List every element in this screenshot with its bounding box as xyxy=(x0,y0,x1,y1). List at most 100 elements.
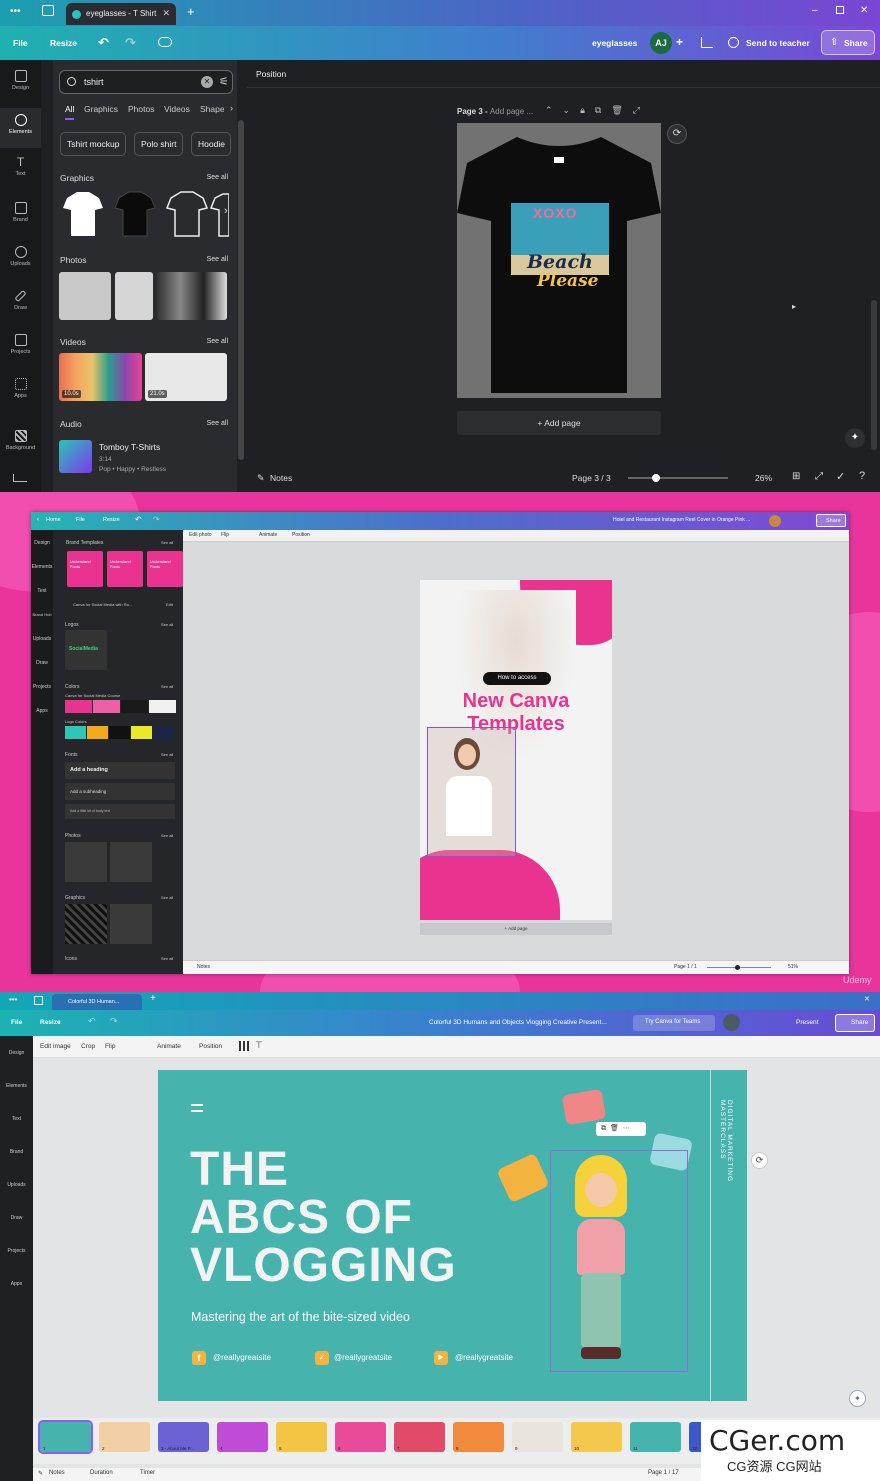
lock-icon[interactable]: 🔒︎ xyxy=(580,105,595,115)
close-window-icon[interactable]: ✕ xyxy=(864,995,870,1003)
notes-button[interactable]: Notes xyxy=(197,964,210,970)
add-page-icon[interactable]: ⤢ xyxy=(633,105,650,115)
color-swatch[interactable] xyxy=(149,700,176,713)
fullscreen-icon[interactable]: ⤢ xyxy=(815,471,823,482)
position-button[interactable]: Position xyxy=(256,69,286,79)
page-thumbnail[interactable]: 6 xyxy=(335,1422,386,1452)
brand-kit-name[interactable]: Canva for Social Media with Ro... xyxy=(73,602,132,607)
color-swatch[interactable] xyxy=(109,726,130,739)
magic-icon[interactable]: ✦ xyxy=(845,428,865,448)
rotate-icon[interactable]: ⟳ xyxy=(751,1152,768,1169)
see-all-templates[interactable]: See all xyxy=(161,540,173,545)
template-thumb-3[interactable]: Understand Fonts xyxy=(147,551,183,587)
graphics-next-icon[interactable]: › xyxy=(224,205,228,217)
add-page-button[interactable]: + Add page xyxy=(420,923,612,935)
color-swatch[interactable] xyxy=(87,726,108,739)
browser-menu-icon[interactable]: ••• xyxy=(9,995,17,1004)
rail-text[interactable]: T Text xyxy=(0,152,41,192)
page-title-input[interactable]: Add page ... xyxy=(490,107,533,116)
notes-button[interactable]: Notes xyxy=(270,473,292,483)
rail-text[interactable]: Text xyxy=(31,588,53,594)
new-tab-icon[interactable]: + xyxy=(150,993,156,1004)
logos-see-all[interactable]: See all xyxy=(161,622,173,627)
rail-design[interactable]: Design xyxy=(0,64,41,104)
undo-icon[interactable]: ↶ xyxy=(98,35,109,51)
rail-uploads[interactable]: Uploads xyxy=(31,636,53,642)
insights-icon[interactable] xyxy=(701,37,713,48)
selected-photo[interactable] xyxy=(427,727,516,857)
zoom-slider-handle[interactable] xyxy=(735,965,740,970)
logo-thumb[interactable]: SocialMedia xyxy=(65,630,107,670)
rail-projects[interactable]: Projects xyxy=(31,684,53,690)
resize-menu[interactable]: Resize xyxy=(50,38,77,48)
audio-cover[interactable] xyxy=(59,440,92,473)
delete-page-icon[interactable]: 🗑︎ xyxy=(611,105,632,115)
transparency-icon[interactable] xyxy=(239,1041,249,1051)
notes-icon[interactable]: ✎ xyxy=(38,1470,43,1477)
resize-menu[interactable]: Resize xyxy=(40,1019,61,1026)
tab-shapes[interactable]: Shape xyxy=(200,104,224,114)
present-button[interactable]: Present xyxy=(778,1015,828,1031)
document-title[interactable]: Hotel and Restaurant Instagram Reel Cove… xyxy=(613,517,750,523)
rail-uploads[interactable]: Uploads xyxy=(0,240,41,280)
rail-draw[interactable]: Draw xyxy=(0,1215,33,1221)
home-icon[interactable] xyxy=(34,996,43,1005)
search-field[interactable]: tshirt ✕ ⚟ xyxy=(59,70,233,94)
flip-button[interactable]: Flip xyxy=(105,1043,115,1050)
chevron-up-icon[interactable]: ⌃ xyxy=(545,105,563,115)
more-options-icon[interactable]: ⋯ xyxy=(623,1125,634,1132)
icons-see-all[interactable]: See all xyxy=(161,956,173,961)
canvas-scrollbar[interactable] xyxy=(871,300,877,450)
timer-button[interactable]: Timer xyxy=(140,1470,155,1476)
edit-photo-button[interactable]: Edit photo xyxy=(189,532,212,538)
minimize-icon[interactable]: – xyxy=(812,5,818,16)
browser-menu-icon[interactable]: ••• xyxy=(10,6,21,17)
color-swatch[interactable] xyxy=(65,700,92,713)
redo-icon[interactable]: ↷ xyxy=(125,35,136,51)
cloud-save-icon[interactable] xyxy=(158,37,172,47)
tab-videos[interactable]: Videos xyxy=(164,104,190,114)
zoom-slider-handle[interactable] xyxy=(652,474,660,482)
animate-button[interactable]: Animate xyxy=(157,1043,181,1050)
send-to-teacher-button[interactable]: Send to teacher xyxy=(720,31,815,55)
zoom-slider[interactable] xyxy=(628,477,728,479)
share-button[interactable]: Share xyxy=(816,514,846,527)
photo-thumb-2[interactable] xyxy=(115,272,153,320)
rail-projects[interactable]: Projects xyxy=(0,1248,33,1254)
page-thumbnail[interactable]: 4 xyxy=(217,1422,268,1452)
check-icon[interactable]: ✓ xyxy=(836,470,845,483)
undo-icon[interactable]: ↶ xyxy=(135,515,142,524)
suggestion-hoodie[interactable]: Hoodie xyxy=(191,132,231,156)
flip-button[interactable]: Flip xyxy=(221,532,229,538)
delete-icon[interactable]: 🗑︎ xyxy=(610,1125,623,1132)
graphics-see-all[interactable]: See all xyxy=(207,174,228,181)
copy-icon[interactable]: ⧉ xyxy=(601,1125,610,1132)
reel-design-page[interactable]: How to access New Canva Templates xyxy=(420,580,612,920)
selected-3d-character[interactable] xyxy=(550,1150,688,1372)
edit-image-button[interactable]: Edit image xyxy=(40,1043,71,1050)
document-name[interactable]: eyeglasses xyxy=(592,38,637,48)
page-thumbnail[interactable]: 7 xyxy=(394,1422,445,1452)
zoom-level[interactable]: 26% xyxy=(755,473,772,483)
add-subheading-button[interactable]: Add a subheading xyxy=(65,783,175,800)
rail-design[interactable]: Design xyxy=(0,1050,33,1056)
rail-draw[interactable]: Draw xyxy=(0,284,41,324)
back-icon[interactable]: ‹ xyxy=(37,517,39,523)
browser-tab[interactable]: Colorful 3D Human... xyxy=(52,994,142,1010)
photos-see-all[interactable]: See all xyxy=(161,833,173,838)
document-title[interactable]: Colorful 3D Humans and Objects Vlogging … xyxy=(429,1019,607,1026)
rail-brand[interactable]: Brand xyxy=(0,196,41,236)
file-menu[interactable]: File xyxy=(11,1019,22,1026)
rotate-icon[interactable]: ⟳ xyxy=(667,124,687,144)
rail-apps[interactable]: Apps xyxy=(31,708,53,714)
add-collaborator-icon[interactable]: + xyxy=(676,35,683,49)
clear-search-icon[interactable]: ✕ xyxy=(201,76,213,88)
color-swatch[interactable] xyxy=(153,726,174,739)
rail-uploads[interactable]: Uploads xyxy=(0,1182,33,1188)
photos-see-all[interactable]: See all xyxy=(207,256,228,263)
rail-draw[interactable]: Draw xyxy=(31,660,53,666)
audio-see-all[interactable]: See all xyxy=(207,420,228,427)
rail-text[interactable]: Text xyxy=(0,1116,33,1122)
rail-brand[interactable]: Brand xyxy=(0,1149,33,1155)
photo-thumb-1[interactable] xyxy=(65,842,107,882)
